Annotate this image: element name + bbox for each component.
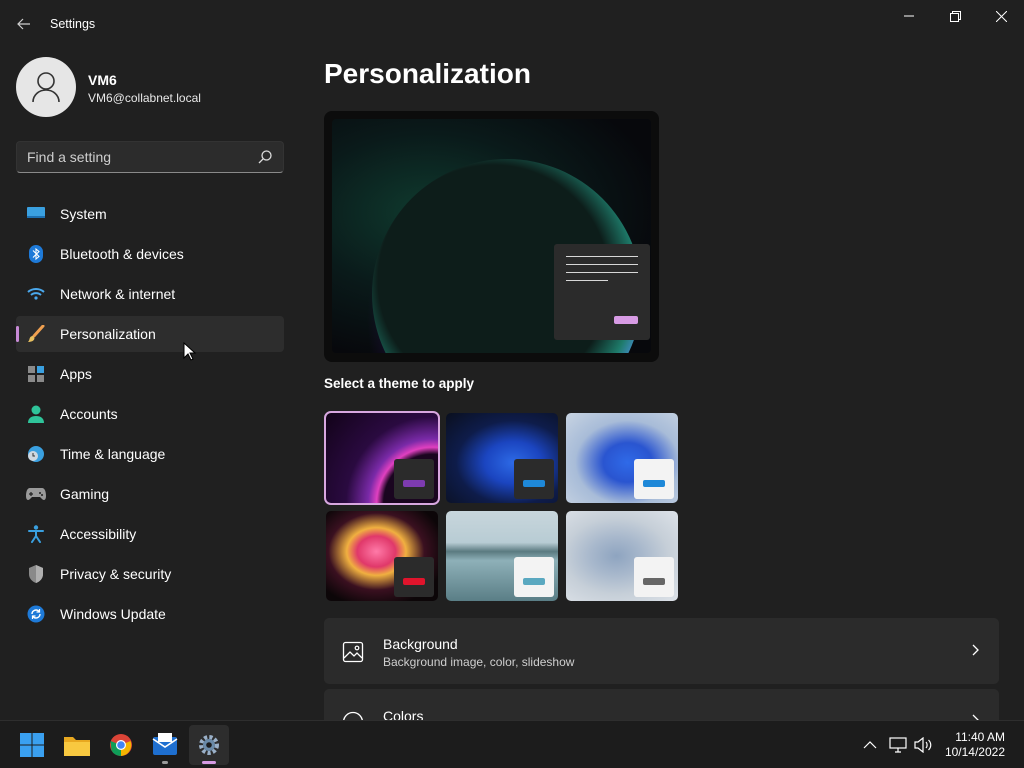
running-indicator xyxy=(202,761,216,764)
user-email: VM6@collabnet.local xyxy=(88,91,201,105)
volume-tray-button[interactable] xyxy=(913,735,933,755)
title-bar: Settings xyxy=(0,0,1024,48)
sidebar-item-label: Bluetooth & devices xyxy=(60,246,184,262)
chevron-right-icon xyxy=(972,714,979,720)
theme-glow-dark[interactable] xyxy=(324,411,440,505)
card-title: Background xyxy=(383,636,458,652)
brush-icon xyxy=(26,324,46,344)
clock-date: 10/14/2022 xyxy=(944,745,1005,759)
accounts-icon xyxy=(26,404,46,424)
settings-icon xyxy=(199,735,219,755)
gamepad-icon xyxy=(26,484,46,504)
sidebar-item-bluetooth[interactable]: Bluetooth & devices xyxy=(16,236,284,272)
restore-icon xyxy=(949,10,961,22)
sidebar-item-label: Network & internet xyxy=(60,286,176,302)
wifi-icon xyxy=(26,284,46,304)
search-input[interactable] xyxy=(17,142,237,172)
restore-button[interactable] xyxy=(932,0,978,32)
chrome-button[interactable] xyxy=(101,725,141,765)
user-icon xyxy=(32,72,60,103)
clock[interactable]: 11:40 AM 10/14/2022 xyxy=(945,730,1005,760)
chevron-right-icon xyxy=(972,644,979,656)
apps-icon xyxy=(26,364,46,384)
taskbar: 11:40 AM 10/14/2022 xyxy=(0,720,1024,768)
sidebar-item-time-language[interactable]: Time & language xyxy=(16,436,284,472)
minimize-icon xyxy=(904,15,914,17)
back-button[interactable] xyxy=(10,10,38,38)
clock-globe-icon xyxy=(26,444,46,464)
sidebar-item-label: Personalization xyxy=(60,326,156,342)
sidebar-item-accounts[interactable]: Accounts xyxy=(16,396,284,432)
sidebar-nav: System Bluetooth & devices Network & int… xyxy=(16,196,284,636)
search-icon[interactable] xyxy=(257,149,273,165)
background-setting-card[interactable]: Background Background image, color, slid… xyxy=(324,618,999,684)
close-button[interactable] xyxy=(978,0,1024,32)
close-icon xyxy=(995,10,1007,22)
themes-heading: Select a theme to apply xyxy=(324,376,475,391)
sidebar-item-label: Windows Update xyxy=(60,606,166,622)
sidebar-item-network[interactable]: Network & internet xyxy=(16,276,284,312)
show-hidden-icons-button[interactable] xyxy=(860,735,880,755)
theme-flow[interactable] xyxy=(566,511,678,601)
sidebar-item-label: System xyxy=(60,206,107,222)
user-name: VM6 xyxy=(88,72,117,88)
mail-button[interactable] xyxy=(145,725,185,765)
speaker-icon xyxy=(914,737,932,753)
network-icon xyxy=(889,737,907,753)
sidebar-item-label: Apps xyxy=(60,366,92,382)
card-subtitle: Background image, color, slideshow xyxy=(383,655,575,669)
running-indicator xyxy=(162,761,168,764)
sidebar-item-apps[interactable]: Apps xyxy=(16,356,284,392)
sidebar-item-label: Accounts xyxy=(60,406,118,422)
sidebar-item-label: Accessibility xyxy=(60,526,137,542)
sidebar-item-accessibility[interactable]: Accessibility xyxy=(16,516,284,552)
theme-bloom-light[interactable] xyxy=(566,413,678,503)
sidebar-item-gaming[interactable]: Gaming xyxy=(16,476,284,512)
network-tray-button[interactable] xyxy=(888,735,908,755)
start-icon xyxy=(20,733,44,757)
clock-time: 11:40 AM xyxy=(955,730,1005,744)
mail-icon xyxy=(152,733,178,755)
sidebar-item-personalization[interactable]: Personalization xyxy=(16,316,284,352)
file-explorer-button[interactable] xyxy=(57,725,97,765)
update-icon xyxy=(26,604,46,624)
chrome-icon xyxy=(110,734,132,756)
bluetooth-icon xyxy=(26,244,46,264)
window-title: Settings xyxy=(50,17,96,31)
theme-sunrise-lake[interactable] xyxy=(446,511,558,601)
sidebar-item-privacy[interactable]: Privacy & security xyxy=(16,556,284,592)
colors-setting-card[interactable]: Colors xyxy=(324,689,999,720)
chevron-up-icon xyxy=(863,741,877,749)
sidebar-item-system[interactable]: System xyxy=(16,196,284,232)
system-icon xyxy=(26,204,46,224)
search-box xyxy=(16,141,284,173)
minimize-button[interactable] xyxy=(886,0,932,32)
sidebar-item-label: Gaming xyxy=(60,486,110,502)
image-icon xyxy=(342,641,364,663)
start-button[interactable] xyxy=(12,725,52,765)
palette-icon xyxy=(343,711,363,720)
avatar xyxy=(16,57,76,117)
accessibility-icon xyxy=(26,524,46,544)
user-profile[interactable]: VM6 VM6@collabnet.local xyxy=(16,57,286,117)
theme-preview xyxy=(324,111,659,362)
page-title: Personalization xyxy=(324,58,531,89)
sidebar-item-windows-update[interactable]: Windows Update xyxy=(16,596,284,632)
selection-indicator xyxy=(16,326,19,342)
preview-window xyxy=(554,244,650,340)
settings-button[interactable] xyxy=(189,725,229,765)
back-arrow-icon xyxy=(17,18,30,30)
mouse-cursor-icon xyxy=(183,342,197,361)
file-explorer-icon xyxy=(64,737,90,756)
sidebar-item-label: Time & language xyxy=(60,446,166,462)
sidebar-item-label: Privacy & security xyxy=(60,566,172,582)
theme-captured-motion[interactable] xyxy=(326,511,438,601)
shield-icon xyxy=(26,564,46,584)
preview-wallpaper xyxy=(332,119,651,353)
card-title: Colors xyxy=(383,708,424,720)
theme-bloom-dark[interactable] xyxy=(446,413,558,503)
